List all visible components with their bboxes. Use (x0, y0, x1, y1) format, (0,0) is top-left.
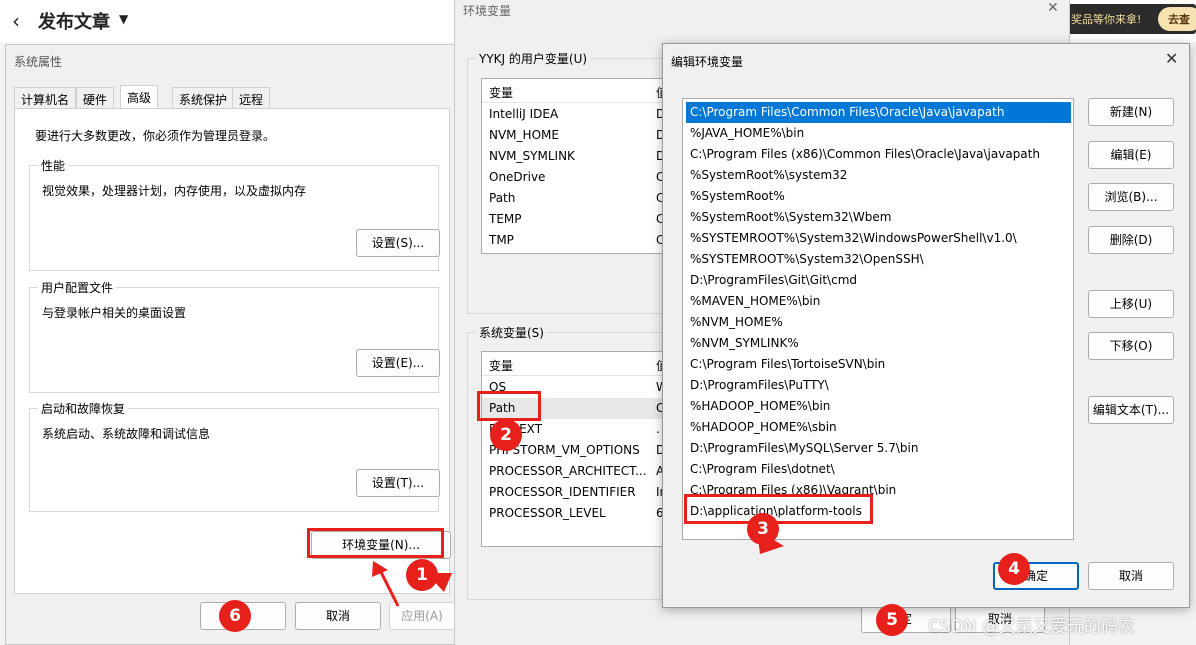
step-marker-2: 2 (490, 419, 522, 451)
window-title: 系统属性 (14, 55, 63, 69)
step-marker-5: 5 (876, 604, 908, 636)
dialog-cancel-button[interactable]: 取消 (1088, 562, 1174, 590)
advanced-tab-panel: 要进行大多数更改，你必须作为管理员登录。 性能 视觉效果，处理器计划，内存使用，… (14, 108, 451, 594)
performance-group: 性能 视觉效果，处理器计划，内存使用，以及虚拟内存 设置(S)... (29, 157, 440, 271)
path-entry[interactable]: %HADOOP_HOME%\sbin (686, 417, 1071, 438)
path-entry[interactable]: C:\Program Files\TortoiseSVN\bin (686, 354, 1071, 375)
var-name: TEMP (489, 212, 522, 226)
new-button[interactable]: 新建(N) (1088, 98, 1174, 126)
var-name: PROCESSOR_ARCHITECT... (489, 464, 647, 478)
step-marker-3: 3 (747, 513, 779, 545)
path-entry[interactable]: %NVM_SYMLINK% (686, 333, 1071, 354)
group-description: 系统启动、系统故障和调试信息 (42, 427, 211, 441)
path-entry-selected[interactable]: C:\Program Files\Common Files\Oracle\Jav… (686, 102, 1071, 123)
tab-system-protection[interactable]: 系统保护 (172, 87, 235, 109)
group-title: 性能 (38, 157, 69, 174)
column-header-variable[interactable]: 变量 (489, 357, 513, 374)
step-marker-6: 6 (219, 600, 251, 632)
tab-computer-name[interactable]: 计算机名 (14, 87, 77, 109)
move-up-button[interactable]: 上移(U) (1088, 290, 1174, 318)
highlight-path-row (477, 391, 541, 421)
var-name: TMP (489, 233, 514, 247)
highlight-new-path-entry (684, 494, 873, 524)
startup-recovery-group: 启动和故障恢复 系统启动、系统故障和调试信息 设置(T)... (29, 400, 440, 512)
path-entry[interactable]: %MAVEN_HOME%\bin (686, 291, 1071, 312)
move-down-button[interactable]: 下移(O) (1088, 332, 1174, 360)
path-entry[interactable]: D:\ProgramFiles\PuTTY\ (686, 375, 1071, 396)
user-variables-label: YYKJ 的用户变量(U) (476, 50, 591, 67)
var-name: OneDrive (489, 170, 546, 184)
delete-button[interactable]: 删除(D) (1088, 226, 1174, 254)
path-entry[interactable]: %HADOOP_HOME%\bin (686, 396, 1071, 417)
close-icon[interactable]: ✕ (1165, 49, 1178, 68)
var-name: PROCESSOR_LEVEL (489, 506, 606, 520)
performance-settings-button[interactable]: 设置(S)... (356, 229, 440, 257)
path-entry[interactable]: C:\Program Files\dotnet\ (686, 459, 1071, 480)
admin-note: 要进行大多数更改，你必须作为管理员登录。 (35, 129, 276, 143)
system-variables-label: 系统变量(S) (476, 324, 547, 341)
back-arrow-icon[interactable]: ‹ (12, 9, 20, 33)
path-entries-list[interactable]: C:\Program Files\Common Files\Oracle\Jav… (682, 98, 1074, 540)
tab-hardware[interactable]: 硬件 (76, 87, 115, 109)
step-marker-1: 1 (406, 559, 438, 591)
group-description: 视觉效果，处理器计划，内存使用，以及虚拟内存 (42, 184, 307, 198)
path-entry[interactable]: %SystemRoot%\system32 (686, 165, 1071, 186)
column-header-variable[interactable]: 变量 (489, 84, 513, 101)
window-title: 环境变量 (463, 4, 512, 18)
dialog-title: 编辑环境变量 (671, 55, 744, 69)
user-profile-group: 用户配置文件 与登录帐户相关的桌面设置 设置(E)... (29, 279, 440, 393)
page-title: 发布文章 (38, 12, 110, 33)
apply-button[interactable]: 应用(A) (389, 602, 455, 630)
highlight-env-variables-button (307, 528, 444, 558)
path-entry[interactable]: %SYSTEMROOT%\System32\WindowsPowerShell\… (686, 228, 1071, 249)
group-description: 与登录帐户相关的桌面设置 (42, 306, 187, 320)
tab-remote[interactable]: 远程 (232, 87, 271, 109)
var-name: NVM_HOME (489, 128, 559, 142)
startup-settings-button[interactable]: 设置(T)... (356, 469, 440, 497)
promo-banner: 奖品等你来拿! 去查 (1068, 4, 1196, 34)
path-entry[interactable]: %NVM_HOME% (686, 312, 1071, 333)
chevron-down-icon[interactable]: ▼ (119, 12, 128, 26)
browse-button[interactable]: 浏览(B)... (1088, 183, 1174, 211)
path-entry[interactable]: C:\Program Files (x86)\Common Files\Orac… (686, 144, 1071, 165)
var-value: . (656, 422, 660, 436)
profile-settings-button[interactable]: 设置(E)... (356, 349, 440, 377)
var-name: IntelliJ IDEA (489, 107, 559, 121)
var-name: NVM_SYMLINK (489, 149, 575, 163)
var-name: PROCESSOR_IDENTIFIER (489, 485, 636, 499)
tab-advanced[interactable]: 高级 (120, 85, 159, 109)
var-name: Path (489, 191, 516, 205)
watermark: CSDN @又菜又爱玩的码农 (928, 617, 1135, 637)
promo-button[interactable]: 去查 (1158, 7, 1196, 31)
path-entry[interactable]: D:\ProgramFiles\MySQL\Server 5.7\bin (686, 438, 1071, 459)
path-entry[interactable]: %SystemRoot% (686, 186, 1071, 207)
group-title: 用户配置文件 (38, 279, 117, 296)
edit-text-button[interactable]: 编辑文本(T)... (1088, 396, 1174, 424)
path-entry[interactable]: %SYSTEMROOT%\System32\OpenSSH\ (686, 249, 1071, 270)
step-marker-4: 4 (998, 553, 1030, 585)
path-entry[interactable]: %JAVA_HOME%\bin (686, 123, 1071, 144)
group-title: 启动和故障恢复 (38, 400, 129, 417)
path-entry[interactable]: D:\ProgramFiles\Git\Git\cmd (686, 270, 1071, 291)
close-icon[interactable]: ✕ (1047, 0, 1059, 16)
edit-button[interactable]: 编辑(E) (1088, 141, 1174, 169)
promo-text: 奖品等你来拿! (1071, 13, 1142, 26)
path-entry[interactable]: %SystemRoot%\System32\Wbem (686, 207, 1071, 228)
cancel-button[interactable]: 取消 (295, 602, 381, 630)
